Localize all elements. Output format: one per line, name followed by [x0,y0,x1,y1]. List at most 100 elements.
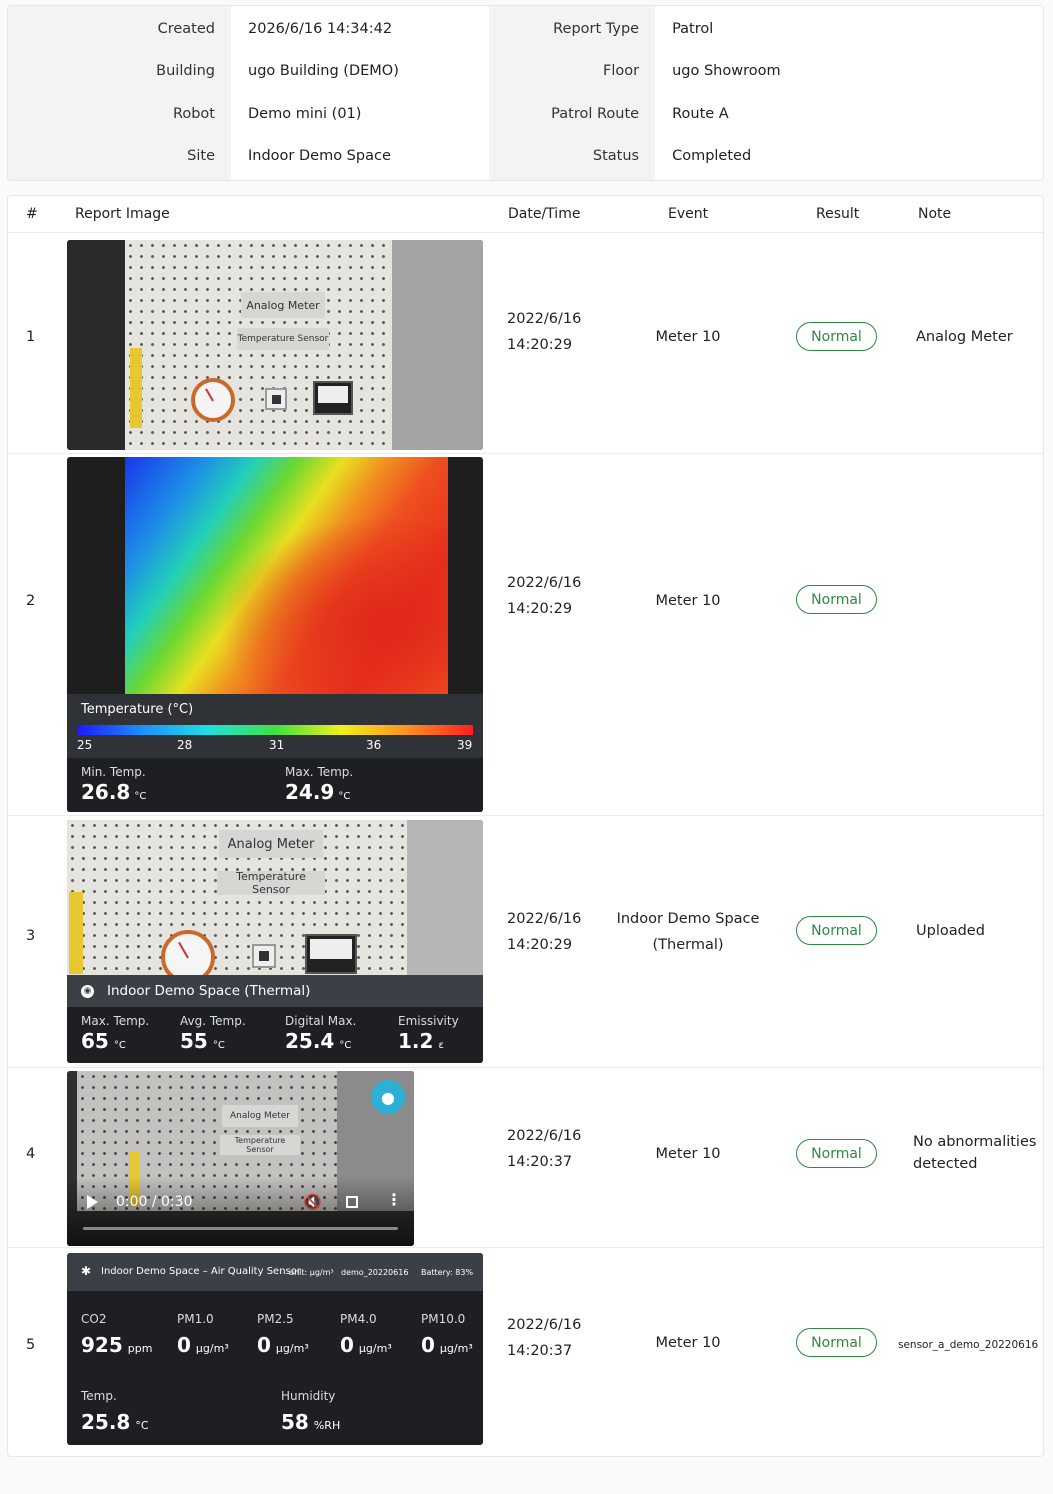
row-time: 14:20:37 [507,1154,573,1170]
stat-label: Avg. Temp. [180,1014,246,1028]
summary-right: Report Type Floor Patrol Route Status Pa… [489,6,1043,180]
more-options-icon[interactable]: ⋮ [386,1190,402,1209]
user-avatar-icon[interactable]: ● [371,1080,405,1114]
humidity-label: Humidity [281,1389,336,1403]
metric-label: CO2 [81,1312,107,1326]
metric-label: PM4.0 [340,1312,377,1326]
stat-value: 55 °C [180,1029,225,1053]
report-video-player[interactable]: Analog Meter Temperature Sensor ● 0:00 /… [67,1071,414,1246]
scale-tick: 36 [366,738,382,752]
header-note: Note [918,206,952,222]
row-index: 1 [26,329,36,345]
row-index: 2 [26,593,36,609]
status-badge: Normal [796,1328,877,1357]
report-image-thermal-camera[interactable]: Analog Meter Temperature Sensor ◉ Indoor… [67,820,483,1063]
row-note: No abnormalities detected [913,1134,1037,1172]
patrol-route-value: Route A [672,105,729,122]
thermal-camera-bar: ◉ Indoor Demo Space (Thermal) [67,975,483,1007]
header-event: Event [668,206,709,222]
row-date: 2022/6/16 [507,575,582,591]
summary-label: Report Type [553,21,640,38]
table-row[interactable]: 1 Analog Meter Temperature Sensor 2022/6… [8,234,1043,454]
report-image-thermal[interactable]: Temperature (°C) 25 28 31 36 39 Min. Tem… [67,457,483,812]
summary-label: Floor [603,63,640,80]
report-image-air-quality[interactable]: ✱ Indoor Demo Space – Air Quality Sensor… [67,1253,483,1445]
summary-left-values: 2026/6/16 14:34:42 ugo Building (DEMO) D… [231,6,490,180]
table-row[interactable]: 4 Analog Meter Temperature Sensor ● 0:00… [8,1068,1043,1248]
humidity-value: 58 %RH [281,1410,341,1434]
row-event: Meter 10 [655,329,721,345]
robot-value: Demo mini (01) [248,105,362,122]
metric-value: 0 μg/m³ [340,1333,392,1357]
row-event: Meter 10 [655,1146,721,1162]
video-controls-overlay [67,1176,414,1246]
stat-label: Emissivity [398,1014,459,1028]
summary-label: Robot [172,105,215,122]
thermal-min-max: Min. Temp. 26.8 °C Max. Temp. 24.9 °C [67,758,483,812]
row-note: Uploaded [916,923,985,939]
sign-analog-meter: Analog Meter [241,292,325,318]
table-row[interactable]: 5 ✱ Indoor Demo Space – Air Quality Sens… [8,1248,1043,1456]
analog-gauge [191,378,235,422]
row-index: 3 [26,928,36,944]
video-time: 0:00 / 0:30 [116,1194,193,1210]
max-temp-value: 24.9 °C [285,780,351,804]
thermal-camera-title: Indoor Demo Space (Thermal) [107,983,311,999]
report-summary: Created Building Robot Site 2026/6/16 14… [7,5,1044,181]
air-quality-unit: unit: μg/m³ [289,1268,334,1277]
table-row[interactable]: 3 Analog Meter Temperature Sensor ◉ Indo… [8,816,1043,1068]
report-table: # Report Image Date/Time Event Result No… [7,195,1044,1457]
row-time: 14:20:29 [507,601,573,617]
min-temp-value: 26.8 °C [81,780,147,804]
fullscreen-icon[interactable] [346,1196,358,1208]
report-image-analog-meter[interactable]: Analog Meter Temperature Sensor [67,240,483,450]
summary-label: Building [156,63,215,80]
sign-temperature-sensor: Temperature Sensor [217,870,325,896]
metric-value: 0 μg/m³ [421,1333,473,1357]
metric-value: 0 μg/m³ [257,1333,309,1357]
site-value: Indoor Demo Space [248,147,391,164]
header-image: Report Image [75,206,170,222]
status-badge: Normal [796,916,877,945]
sign-analog-meter: Analog Meter [222,1105,298,1127]
play-icon[interactable] [87,1195,98,1209]
min-temp-label: Min. Temp. [81,765,146,779]
thermal-heatmap [125,457,448,694]
pegboard-photo: Analog Meter Temperature Sensor [67,240,483,450]
row-date: 2022/6/16 [507,1128,582,1144]
row-time: 14:20:29 [507,937,573,953]
status-value: Completed [672,147,752,164]
summary-label: Site [187,147,215,164]
temp-value: 25.8 °C [81,1410,149,1434]
temp-label: Temp. [81,1389,117,1403]
table-row[interactable]: 2 Temperature (°C) 25 28 31 36 39 Min. T… [8,454,1043,816]
created-value: 2026/6/16 14:34:42 [248,21,393,38]
floor-value: ugo Showroom [672,63,781,80]
temperature-sensor [252,944,276,968]
video-progress-bar[interactable] [83,1227,398,1230]
metric-label: PM10.0 [421,1312,466,1326]
summary-left-labels: Created Building Robot Site [8,6,231,180]
thermal-camera-icon: ◉ [81,984,94,998]
row-event: Meter 10 [655,593,721,609]
row-index: 5 [26,1337,36,1353]
temperature-sensor [265,388,287,410]
summary-label: Status [592,147,640,164]
mute-icon[interactable]: 🔇 [303,1193,322,1211]
row-note: Analog Meter [916,329,1013,345]
status-badge: Normal [796,1139,877,1168]
air-quality-battery: Battery: 83% [421,1268,474,1277]
thermal-camera-stats: Max. Temp. 65 °C Avg. Temp. 55 °C Digital … [67,1007,483,1063]
panel-meter [313,381,353,415]
header-index: # [26,206,38,222]
summary-right-values: Patrol ugo Showroom Route A Completed [655,6,1043,180]
air-quality-title: Indoor Demo Space – Air Quality Sensor [101,1266,301,1277]
metric-label: PM2.5 [257,1312,294,1326]
thermal-color-scale [77,725,473,735]
air-quality-header: ✱ Indoor Demo Space – Air Quality Sensor… [67,1253,483,1291]
sign-temperature-sensor: Temperature Sensor [237,328,329,350]
metric-value: 0 μg/m³ [177,1333,229,1357]
thermal-legend-title: Temperature (°C) [81,702,194,717]
status-badge: Normal [796,585,877,614]
sign-temperature-sensor: Temperature Sensor [220,1135,300,1155]
